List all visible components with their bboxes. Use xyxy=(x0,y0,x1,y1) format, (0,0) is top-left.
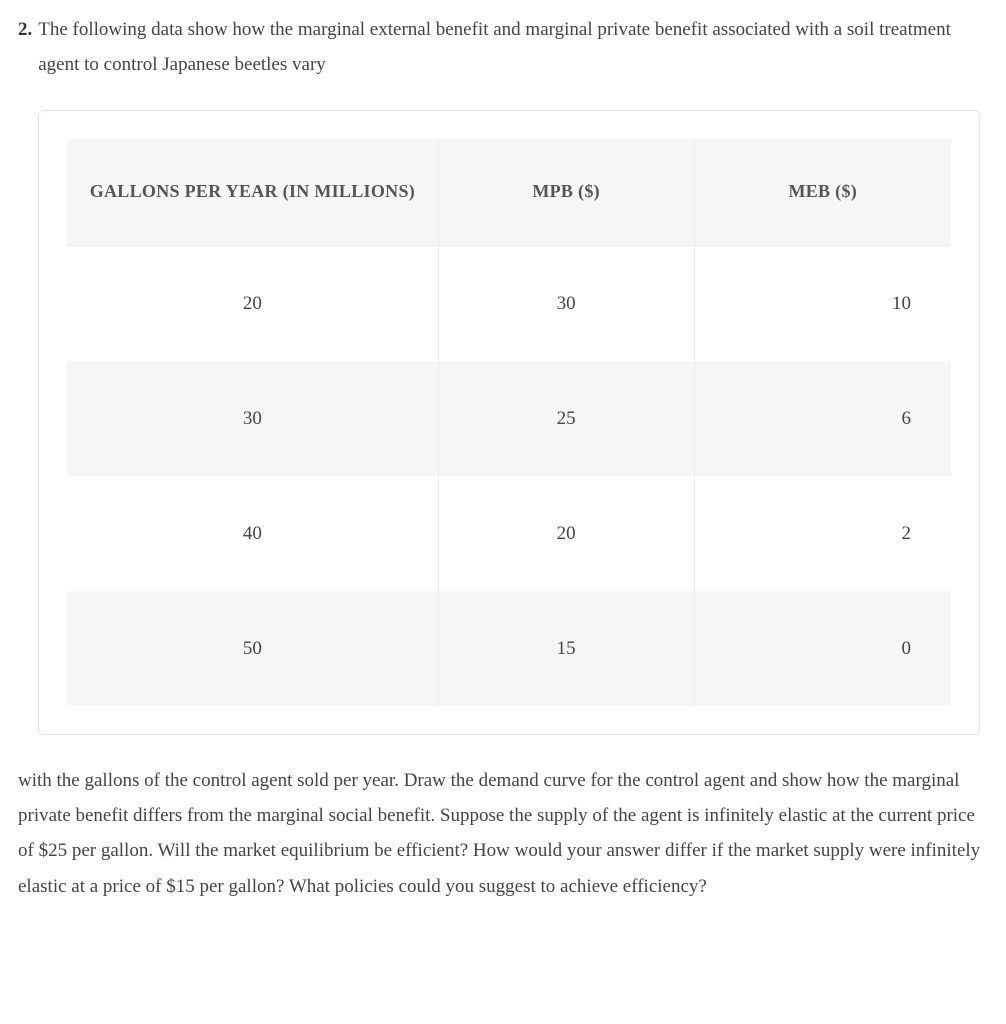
question-number: 2. xyxy=(18,12,32,47)
cell-mpb: 30 xyxy=(438,245,694,361)
cell-gallons: 40 xyxy=(67,476,438,591)
col-header-meb: MEB ($) xyxy=(694,139,951,245)
cell-gallons: 20 xyxy=(67,245,438,361)
table-header-row: GALLONS PER YEAR (IN MILLIONS) MPB ($) M… xyxy=(67,139,951,245)
cell-mpb: 20 xyxy=(438,476,694,591)
question-block: 2. The following data show how the margi… xyxy=(18,12,988,82)
cell-mpb: 15 xyxy=(438,591,694,706)
cell-gallons: 30 xyxy=(67,361,438,476)
cell-meb: 2 xyxy=(694,476,951,591)
cell-meb: 0 xyxy=(694,591,951,706)
question-continuation: with the gallons of the control agent so… xyxy=(18,763,988,904)
col-header-gallons: GALLONS PER YEAR (IN MILLIONS) xyxy=(67,139,438,245)
cell-gallons: 50 xyxy=(67,591,438,706)
cell-meb: 10 xyxy=(694,245,951,361)
question-intro: The following data show how the marginal… xyxy=(38,12,988,82)
data-table-wrapper: GALLONS PER YEAR (IN MILLIONS) MPB ($) M… xyxy=(38,110,980,735)
cell-mpb: 25 xyxy=(438,361,694,476)
col-header-mpb: MPB ($) xyxy=(438,139,694,245)
table-row: 40 20 2 xyxy=(67,476,951,591)
cell-meb: 6 xyxy=(694,361,951,476)
data-table: GALLONS PER YEAR (IN MILLIONS) MPB ($) M… xyxy=(67,139,951,706)
table-row: 50 15 0 xyxy=(67,591,951,706)
table-row: 30 25 6 xyxy=(67,361,951,476)
table-row: 20 30 10 xyxy=(67,245,951,361)
